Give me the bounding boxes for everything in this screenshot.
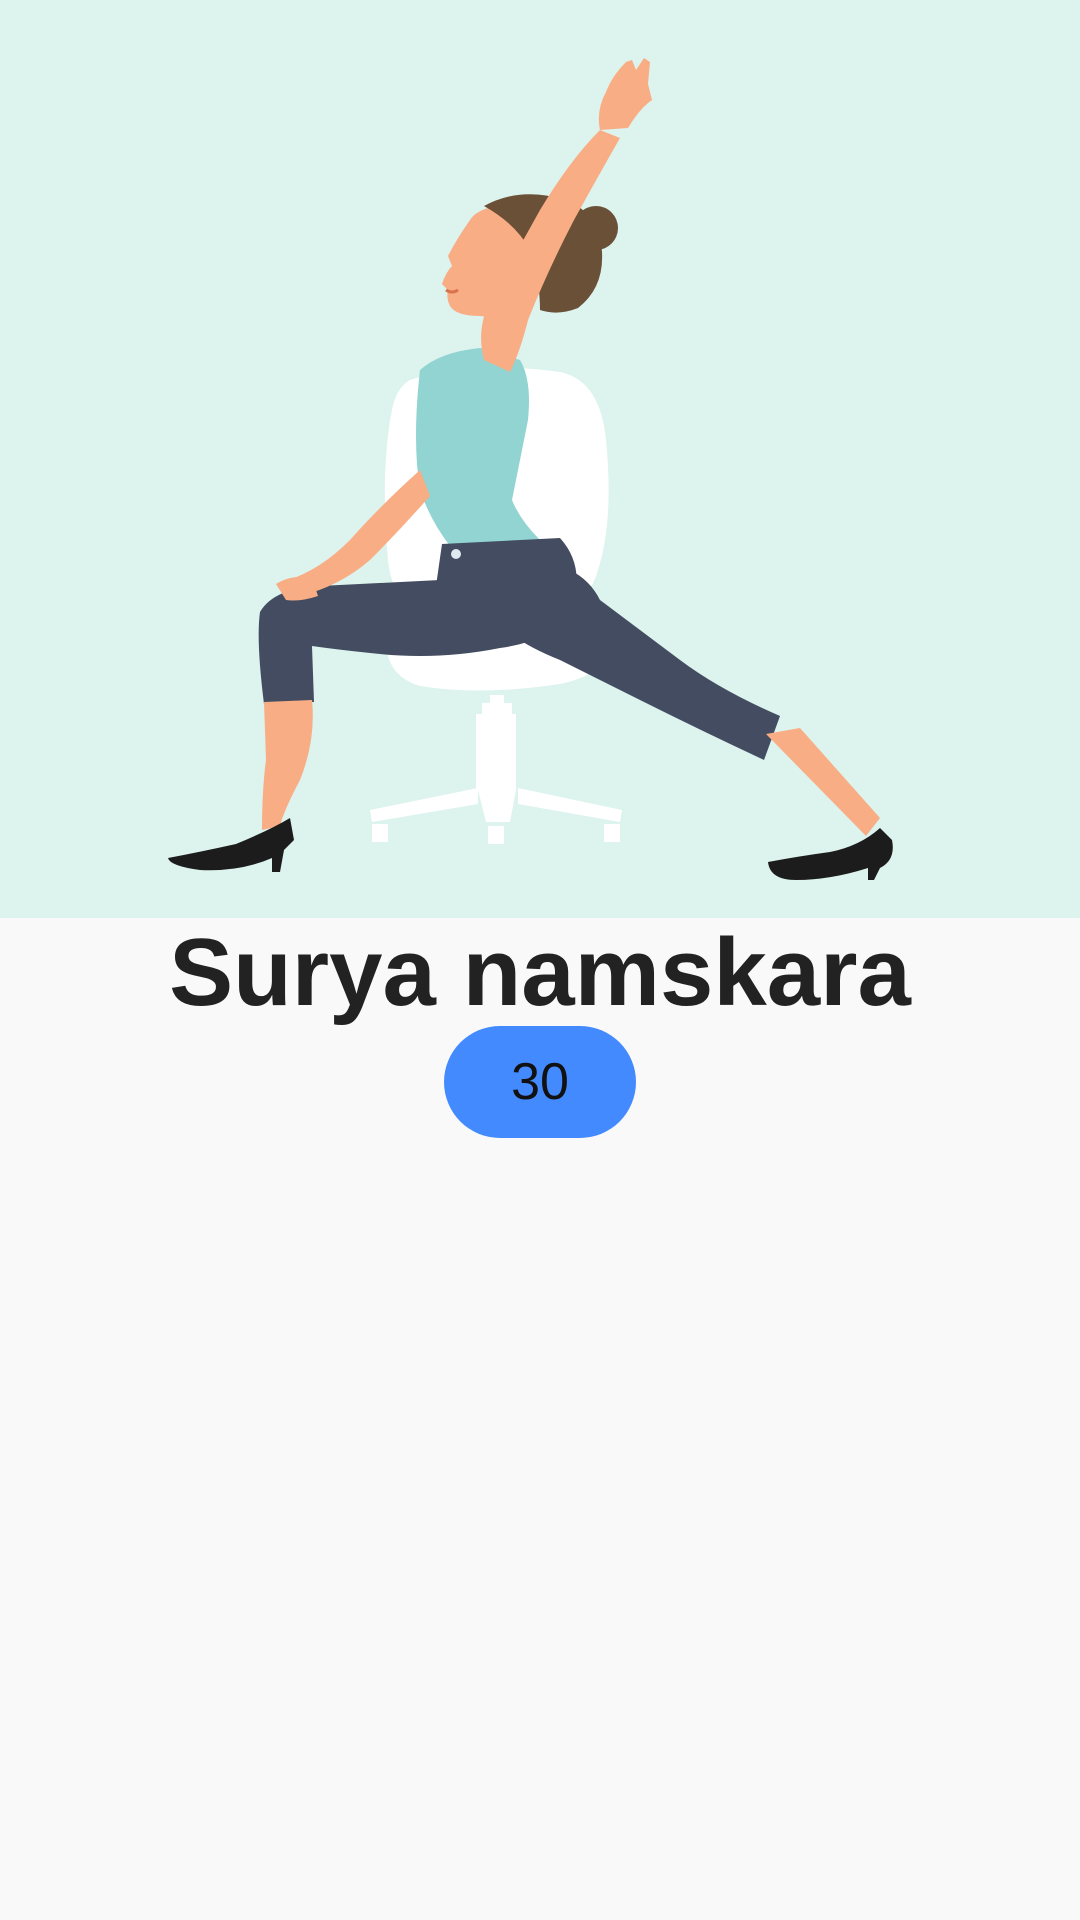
timer-value: 30 bbox=[511, 1053, 569, 1111]
exercise-screen: Surya namskara 30 bbox=[0, 0, 1080, 1920]
timer-button[interactable]: 30 bbox=[444, 1026, 636, 1138]
exercise-illustration bbox=[0, 0, 1080, 918]
exercise-title: Surya namskara bbox=[169, 919, 911, 1026]
person-chair-stretch-icon bbox=[168, 58, 893, 880]
